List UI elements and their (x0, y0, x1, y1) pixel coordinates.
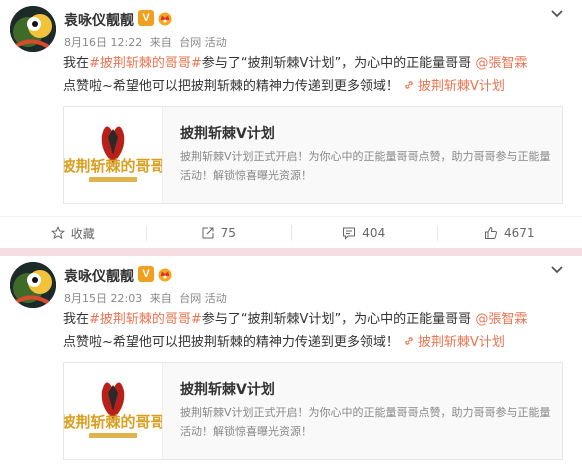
star-icon (50, 226, 65, 240)
card-title: 披荆斩棘V计划 (180, 382, 275, 398)
card-description: 披荆斩棘V计划正式开启！为你心中的正能量哥哥点赞，助力哥哥参与正能量活动！解锁惊… (180, 150, 551, 182)
card-title: 披荆斩棘V计划 (180, 126, 275, 142)
campaign-link[interactable]: 披荆斩棘V计划 (403, 79, 505, 94)
topic-link[interactable]: #披荆斩棘的哥哥# (89, 56, 202, 71)
avatar[interactable] (10, 6, 56, 52)
user-name[interactable]: 袁咏仪靓靓 (64, 10, 134, 30)
comment-button[interactable]: 404 (291, 217, 437, 249)
action-bar: 收藏 75 404 4671 (0, 216, 582, 249)
post-text: 我在#披荆斩棘的哥哥#参与了“披荆斩棘V计划”，为心中的正能量哥哥 @張智霖 点… (63, 52, 568, 98)
text-segment: 我在 (63, 56, 90, 71)
card-thumb-logo-text: 披荆斩棘的哥哥 (64, 413, 162, 431)
repost-icon (202, 227, 214, 239)
link-card[interactable]: 披荆斩棘的哥哥 披荆斩棘V计划 披荆斩棘V计划正式开启！为你心中的正能量哥哥点赞… (60, 106, 563, 204)
like-count: 4671 (503, 226, 535, 240)
repost-button[interactable]: 75 (145, 217, 292, 249)
text-segment: 参与了“披荆斩棘V计划”，为心中的正能量哥哥 (201, 312, 476, 327)
post-source[interactable]: 台网 活动 (179, 292, 227, 305)
text-segment: 我在 (63, 312, 90, 327)
text-segment: 点赞啦~希望他可以把披荆斩棘的精神力传递到更多领域！ (63, 335, 404, 350)
comment-count: 404 (362, 226, 386, 240)
card-thumb-logo-text: 披荆斩棘的哥哥 (64, 157, 162, 175)
favorite-label: 收藏 (70, 226, 95, 241)
link-icon (405, 81, 413, 89)
weibo-post: 袁咏仪靓靓 V 8月15日 22:03 来自 台网 活动 我在#披荆斩棘的哥哥#… (0, 256, 582, 476)
post-date[interactable]: 8月16日 12:22 (64, 36, 142, 49)
verified-badge-icon: V (138, 10, 154, 26)
post-meta: 8月16日 12:22 来自 台网 活动 (64, 34, 231, 50)
card-thumbnail: 披荆斩棘的哥哥 (60, 107, 166, 203)
campaign-link-label: 披荆斩棘V计划 (418, 335, 505, 350)
member-crown-icon (158, 268, 172, 282)
post-source[interactable]: 台网 活动 (179, 36, 227, 49)
post-date[interactable]: 8月15日 22:03 (64, 292, 142, 305)
user-name[interactable]: 袁咏仪靓靓 (64, 266, 134, 286)
avatar[interactable] (10, 262, 56, 308)
mention-link[interactable]: @張智霖 (475, 312, 527, 327)
card-thumbnail: 披荆斩棘的哥哥 (60, 363, 166, 459)
favorite-button[interactable]: 收藏 (0, 217, 146, 249)
text-segment: 点赞啦~希望他可以把披荆斩棘的精神力传递到更多领域！ (63, 79, 404, 94)
source-prefix: 来自 (149, 292, 172, 305)
thumbs-up-icon (484, 226, 497, 239)
campaign-link[interactable]: 披荆斩棘V计划 (403, 335, 505, 350)
campaign-link-label: 披荆斩棘V计划 (418, 79, 505, 94)
post-meta: 8月15日 22:03 来自 台网 活动 (64, 290, 231, 306)
chevron-down-icon[interactable] (548, 260, 566, 278)
post-text: 我在#披荆斩棘的哥哥#参与了“披荆斩棘V计划”，为心中的正能量哥哥 @張智霖 点… (63, 308, 568, 354)
verified-badge-icon: V (138, 266, 154, 282)
card-description: 披荆斩棘V计划正式开启！为你心中的正能量哥哥点赞，助力哥哥参与正能量活动！解锁惊… (180, 406, 551, 438)
text-segment: 参与了“披荆斩棘V计划”，为心中的正能量哥哥 (201, 56, 476, 71)
member-crown-icon (158, 12, 172, 26)
link-icon (405, 337, 413, 345)
feed-divider (0, 248, 582, 256)
link-card[interactable]: 披荆斩棘的哥哥 披荆斩棘V计划 披荆斩棘V计划正式开启！为你心中的正能量哥哥点赞… (60, 362, 563, 460)
repost-count: 75 (220, 226, 236, 240)
weibo-post: 袁咏仪靓靓 V 8月16日 12:22 来自 台网 活动 我在#披荆斩棘的哥哥#… (0, 0, 582, 248)
chevron-down-icon[interactable] (548, 4, 566, 22)
like-button[interactable]: 4671 (436, 217, 582, 249)
mention-link[interactable]: @張智霖 (475, 56, 527, 71)
source-prefix: 来自 (149, 36, 172, 49)
comment-icon (343, 227, 356, 240)
topic-link[interactable]: #披荆斩棘的哥哥# (89, 312, 202, 327)
